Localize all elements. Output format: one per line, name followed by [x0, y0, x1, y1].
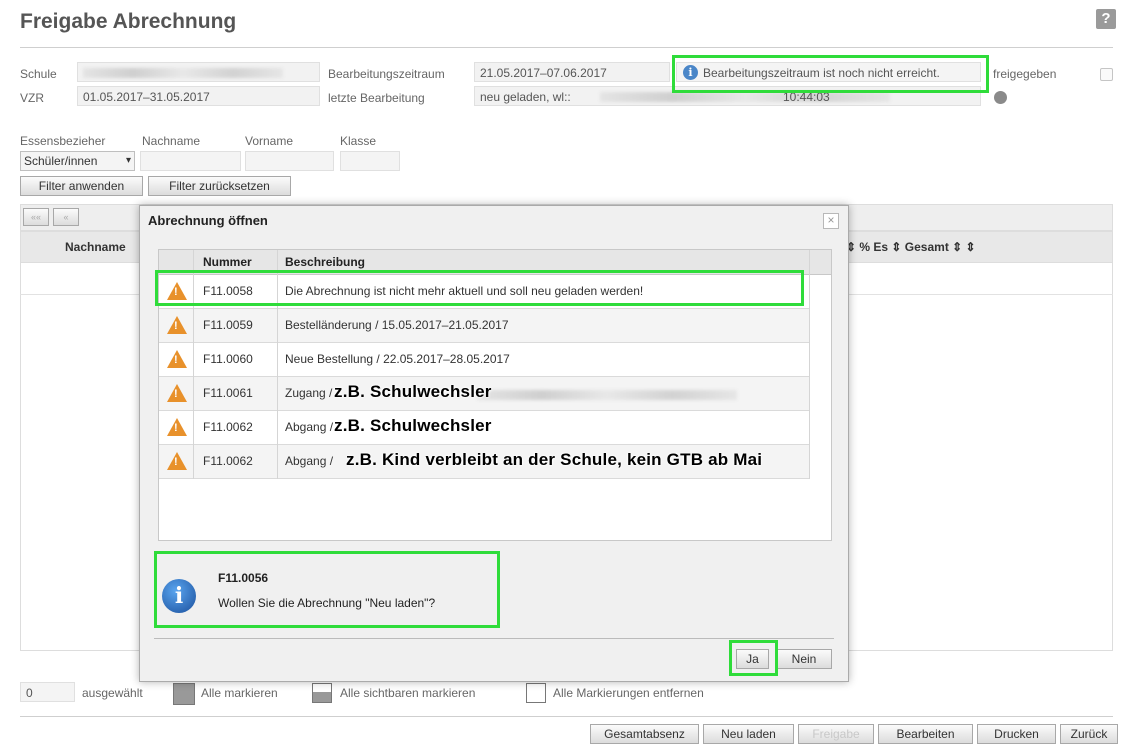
selected-label: ausgewählt	[82, 686, 143, 700]
highlight-first-row	[155, 270, 804, 306]
abrechnung-oeffnen-dialog: Abrechnung öffnen × Nummer Beschreibung …	[139, 205, 849, 682]
neu-laden-button[interactable]: Neu laden	[703, 724, 794, 744]
selected-count: 0	[20, 682, 75, 702]
table-row[interactable]: ! F11.0060 Neue Bestellung / 22.05.2017–…	[159, 343, 809, 377]
freigabe-button[interactable]: Freigabe	[798, 724, 874, 744]
chevron-down-icon: ▾	[125, 155, 131, 166]
row-beschreibung: Neue Bestellung / 22.05.2017–28.05.2017	[285, 352, 510, 366]
annotation-overlay: z.B. Schulwechsler	[334, 382, 492, 401]
dialog-divider	[154, 638, 834, 639]
klasse-filter-input[interactable]	[340, 151, 400, 171]
gesamtabsenz-button[interactable]: Gesamtabsenz	[590, 724, 699, 744]
table-row[interactable]: ! F11.0062 Abgang / z.B. Schulwechsler	[159, 411, 809, 445]
vorname-filter-input[interactable]	[245, 151, 334, 171]
table-row[interactable]: ! F11.0061 Zugang / z.B. Schulwechsler	[159, 377, 809, 411]
column-nummer: Nummer	[203, 255, 252, 269]
column-beschreibung: Beschreibung	[285, 255, 366, 269]
row-beschreibung: Zugang /	[285, 386, 333, 400]
schule-field	[77, 62, 320, 82]
blurred-text	[477, 390, 737, 400]
nachname-filter-label: Nachname	[142, 134, 201, 148]
warning-icon: !	[167, 418, 187, 436]
vorname-filter-label: Vorname	[245, 134, 294, 148]
letzte-bearbeitung-prefix: neu geladen, wl::	[480, 90, 571, 104]
title-divider	[20, 47, 1113, 48]
unmark-all-icon[interactable]	[526, 683, 546, 703]
close-icon[interactable]: ×	[823, 213, 839, 229]
nachname-filter-input[interactable]	[140, 151, 241, 171]
freigegeben-label: freigegeben	[993, 67, 1057, 81]
annotation-overlay: z.B. Kind verbleibt an der Schule, kein …	[346, 450, 763, 469]
row-beschreibung: Bestelländerung / 15.05.2017–21.05.2017	[285, 318, 509, 332]
grid-header-nachname[interactable]: Nachname	[65, 240, 126, 254]
vzr-label: VZR	[20, 91, 44, 105]
highlight-info	[672, 55, 989, 93]
drucken-button[interactable]: Drucken	[977, 724, 1056, 744]
row-beschreibung: Abgang /	[285, 420, 334, 434]
row-nummer: F11.0062	[203, 454, 253, 468]
highlight-message	[154, 551, 500, 628]
mark-visible-label[interactable]: Alle sichtbaren markieren	[340, 686, 475, 700]
zurueck-button[interactable]: Zurück	[1060, 724, 1118, 744]
row-nummer: F11.0061	[203, 386, 253, 400]
grid-header-right[interactable]: ⇕ % Es ⇕ Gesamt ⇕ ⇕	[846, 240, 976, 254]
clock-icon	[994, 91, 1007, 104]
vzr-field: 01.05.2017–31.05.2017	[77, 86, 320, 106]
page-title: Freigabe Abrechnung	[20, 10, 237, 33]
freigegeben-checkbox[interactable]	[1100, 68, 1113, 81]
nein-button[interactable]: Nein	[776, 649, 832, 669]
mark-all-label[interactable]: Alle markieren	[201, 686, 278, 700]
essensbezieher-value: Schüler/innen	[24, 154, 98, 168]
pager-prev-button[interactable]: «	[53, 208, 79, 226]
mark-visible-icon[interactable]	[312, 683, 332, 703]
row-nummer: F11.0059	[203, 318, 253, 332]
column-divider	[809, 250, 810, 479]
letzte-bearbeitung-label: letzte Bearbeitung	[328, 91, 425, 105]
row-nummer: F11.0062	[203, 420, 253, 434]
mark-all-icon[interactable]	[173, 683, 195, 705]
bearbeitungszeitraum-field: 21.05.2017–07.06.2017	[474, 62, 670, 82]
unmark-all-label[interactable]: Alle Markierungen entfernen	[553, 686, 704, 700]
schule-label: Schule	[20, 67, 57, 81]
pager-first-button[interactable]: ««	[23, 208, 49, 226]
row-nummer: F11.0060	[203, 352, 253, 366]
bearbeiten-button[interactable]: Bearbeiten	[878, 724, 973, 744]
essensbezieher-label: Essensbezieher	[20, 134, 106, 148]
filter-apply-button[interactable]: Filter anwenden	[20, 176, 143, 196]
klasse-filter-label: Klasse	[340, 134, 377, 148]
help-icon[interactable]: ?	[1096, 9, 1116, 29]
warning-icon: !	[167, 452, 187, 470]
warning-icon: !	[167, 316, 187, 334]
footer-divider	[20, 716, 1113, 717]
warning-icon: !	[167, 350, 187, 368]
row-beschreibung: Abgang /	[285, 454, 334, 468]
bearbeitungszeitraum-label: Bearbeitungszeitraum	[328, 67, 445, 81]
warning-icon: !	[167, 384, 187, 402]
filter-reset-button[interactable]: Filter zurücksetzen	[148, 176, 291, 196]
table-row[interactable]: ! F11.0062 Abgang / z.B. Kind verbleibt …	[159, 445, 809, 479]
essensbezieher-select[interactable]: Schüler/innen ▾	[20, 151, 135, 171]
table-row[interactable]: ! F11.0059 Bestelländerung / 15.05.2017–…	[159, 309, 809, 343]
dialog-title: Abrechnung öffnen	[148, 213, 268, 228]
highlight-ja	[729, 640, 778, 676]
annotation-overlay: z.B. Schulwechsler	[334, 416, 492, 435]
